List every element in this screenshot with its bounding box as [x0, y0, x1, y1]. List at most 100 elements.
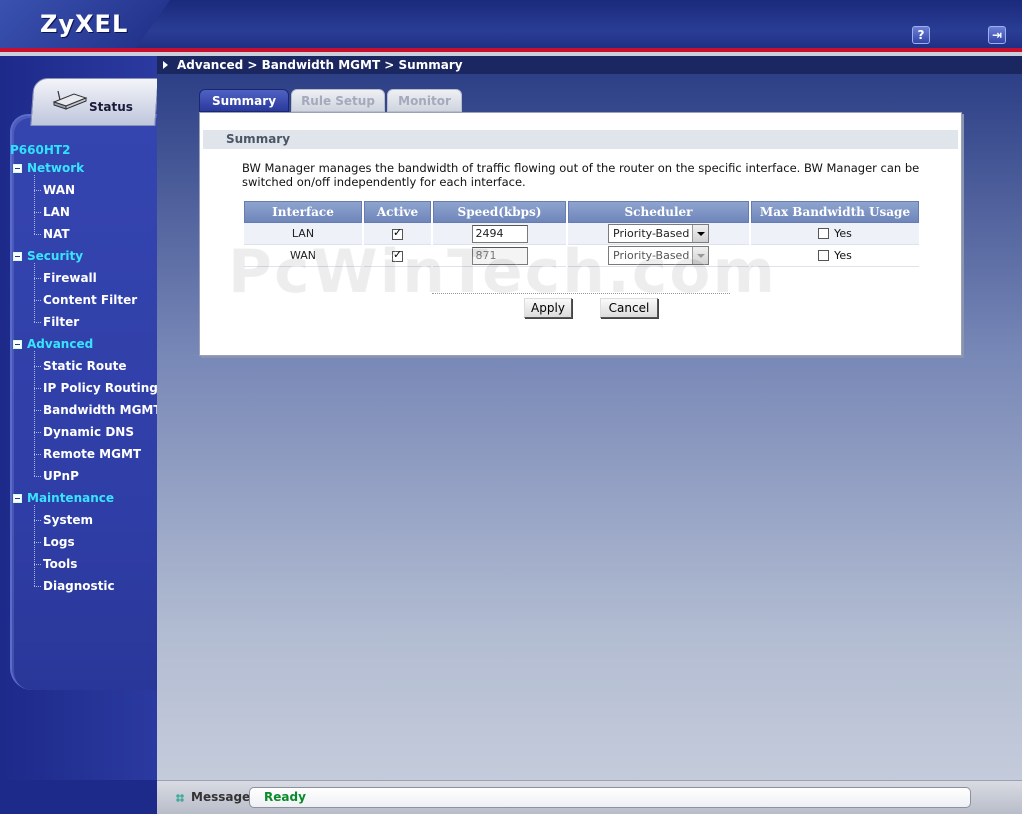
- tree-branch: [34, 234, 41, 235]
- col-scheduler: Scheduler: [568, 201, 749, 223]
- tree-branch: [34, 586, 41, 587]
- section-title: Summary: [203, 130, 958, 149]
- tree-branch: [34, 410, 41, 411]
- scheduler-select[interactable]: Priority-Based: [608, 246, 709, 265]
- tree-branch: [34, 190, 41, 191]
- interface-cell: WAN: [244, 245, 362, 267]
- max-bw-checkbox[interactable]: [818, 250, 830, 262]
- max-bw-label: Yes: [834, 249, 852, 263]
- tree-branch: [34, 542, 41, 543]
- tree-branch: [34, 388, 41, 389]
- collapse-icon[interactable]: [13, 494, 22, 503]
- interface-cell: LAN: [244, 223, 362, 245]
- active-cell: [364, 223, 431, 245]
- description-text: BW Manager manages the bandwidth of traf…: [242, 161, 920, 189]
- bandwidth-table: Interface Active Speed(kbps) Scheduler M…: [242, 201, 921, 267]
- divider: [432, 293, 730, 294]
- tree-line: [34, 263, 35, 322]
- tree-branch: [34, 454, 41, 455]
- logo-area: ZyXEL: [0, 0, 170, 48]
- tab-rule-setup[interactable]: Rule Setup: [291, 89, 385, 112]
- message-box: Ready: [249, 787, 971, 808]
- nav-item-firewall[interactable]: Firewall: [43, 271, 97, 285]
- tree-line: [34, 505, 35, 586]
- tree-branch: [34, 476, 41, 477]
- nav-item-upnp[interactable]: UPnP: [43, 469, 79, 483]
- tree-line: [34, 175, 35, 234]
- header-bar: ZyXEL ? ⇥: [0, 0, 1022, 52]
- chevron-down-icon[interactable]: [692, 225, 708, 242]
- nav-item-bandwidth-mgmt[interactable]: Bandwidth MGMT: [43, 403, 162, 417]
- col-interface: Interface: [244, 201, 362, 223]
- breadcrumb: Advanced > Bandwidth MGMT > Summary: [177, 58, 463, 72]
- message-label: Message: [191, 790, 251, 804]
- table-row: LAN 2494 Priority-Based Yes: [244, 223, 919, 245]
- max-bw-label: Yes: [834, 227, 852, 241]
- sidebar-menu-panel: [10, 114, 157, 690]
- tab-monitor[interactable]: Monitor: [387, 89, 462, 112]
- col-max-bandwidth: Max Bandwidth Usage: [751, 201, 919, 223]
- nav-item-content-filter[interactable]: Content Filter: [43, 293, 137, 307]
- tree-branch: [34, 564, 41, 565]
- scheduler-cell: Priority-Based: [568, 223, 749, 245]
- scheduler-select[interactable]: Priority-Based: [608, 224, 709, 243]
- apply-button[interactable]: Apply: [524, 298, 572, 318]
- speed-cell: 2494: [433, 223, 566, 245]
- scheduler-value: Priority-Based: [613, 227, 690, 240]
- tree-branch: [34, 300, 41, 301]
- max-bw-checkbox[interactable]: [818, 228, 830, 240]
- speed-input[interactable]: 871: [471, 246, 528, 265]
- active-checkbox[interactable]: [392, 248, 403, 262]
- col-active: Active: [364, 201, 431, 223]
- col-speed: Speed(kbps): [433, 201, 566, 223]
- nav-item-ip-policy-routing[interactable]: IP Policy Routing: [43, 381, 158, 395]
- message-bar: Message Ready: [157, 780, 1022, 814]
- chevron-down-icon[interactable]: [692, 247, 708, 264]
- nav-item-dynamic-dns[interactable]: Dynamic DNS: [43, 425, 134, 439]
- active-checkbox[interactable]: [392, 226, 403, 240]
- grip-icon: [176, 794, 184, 802]
- tree-line: [34, 351, 35, 476]
- table-row: WAN 871 Priority-Based Yes: [244, 245, 919, 267]
- nav-item-remote-mgmt[interactable]: Remote MGMT: [43, 447, 141, 461]
- tree-branch: [34, 366, 41, 367]
- speed-input[interactable]: 2494: [471, 224, 528, 243]
- tree-branch: [34, 432, 41, 433]
- collapse-icon[interactable]: [13, 164, 22, 173]
- tree-branch: [34, 322, 41, 323]
- breadcrumb-bar: Advanced > Bandwidth MGMT > Summary: [157, 56, 1022, 74]
- nav-group-network[interactable]: Network: [27, 161, 84, 175]
- collapse-icon[interactable]: [13, 252, 22, 261]
- nav-item-nat[interactable]: NAT: [43, 227, 70, 241]
- status-label[interactable]: Status: [89, 100, 133, 114]
- nav-item-static-route[interactable]: Static Route: [43, 359, 127, 373]
- cancel-button[interactable]: Cancel: [600, 298, 658, 318]
- nav-item-diagnostic[interactable]: Diagnostic: [43, 579, 115, 593]
- nav-item-system[interactable]: System: [43, 513, 93, 527]
- zyxel-logo: ZyXEL: [40, 10, 129, 38]
- nav-item-logs[interactable]: Logs: [43, 535, 75, 549]
- nav-item-tools[interactable]: Tools: [43, 557, 77, 571]
- status-text: Ready: [264, 790, 306, 804]
- tree-branch: [34, 278, 41, 279]
- nav-group-advanced[interactable]: Advanced: [27, 337, 93, 351]
- active-cell: [364, 245, 431, 267]
- nav-item-wan[interactable]: WAN: [43, 183, 75, 197]
- table-header-row: Interface Active Speed(kbps) Scheduler M…: [244, 201, 919, 223]
- nav-item-filter[interactable]: Filter: [43, 315, 79, 329]
- router-icon: [52, 90, 88, 110]
- nav-group-security[interactable]: Security: [27, 249, 83, 263]
- collapse-icon[interactable]: [13, 340, 22, 349]
- breadcrumb-arrow-icon: [163, 61, 168, 69]
- max-bw-cell: Yes: [751, 223, 919, 245]
- scheduler-cell: Priority-Based: [568, 245, 749, 267]
- logout-icon[interactable]: ⇥: [988, 26, 1006, 44]
- tab-summary[interactable]: Summary: [199, 89, 289, 112]
- nav-item-lan[interactable]: LAN: [43, 205, 70, 219]
- tree-branch: [34, 520, 41, 521]
- scheduler-value: Priority-Based: [613, 249, 690, 262]
- help-icon[interactable]: ?: [912, 26, 930, 44]
- nav-group-maintenance[interactable]: Maintenance: [27, 491, 114, 505]
- sidebar-footer: [0, 780, 157, 814]
- tree-branch: [34, 212, 41, 213]
